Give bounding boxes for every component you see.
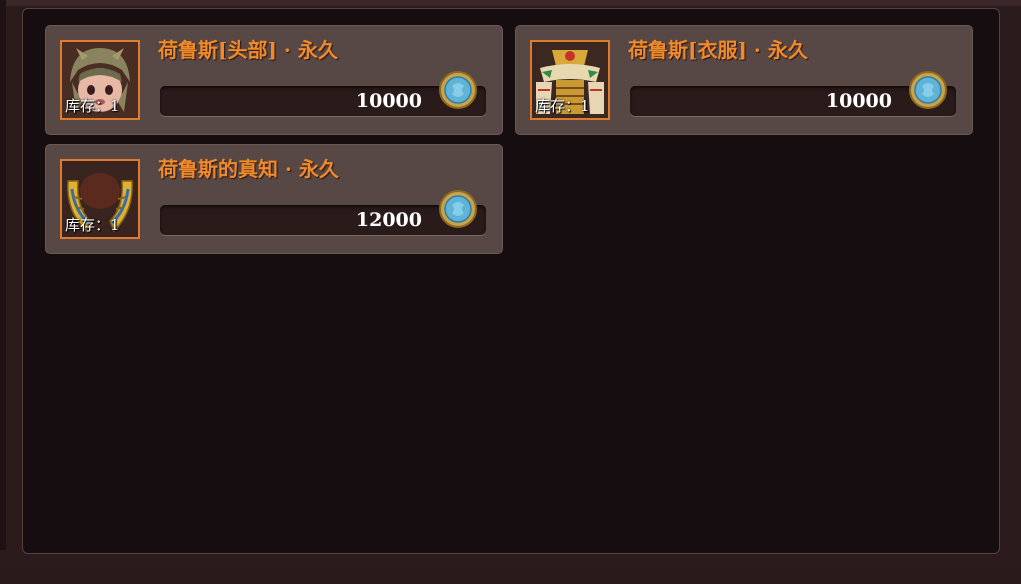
item-name: 荷鲁斯[衣服] · 永久 xyxy=(628,38,808,62)
stock-label: 库存：1 xyxy=(65,216,120,234)
window-top-border xyxy=(0,0,1021,6)
item-name: 荷鲁斯[头部] · 永久 xyxy=(158,38,338,62)
window-left-edge xyxy=(0,0,6,550)
item-list-panel: 库存：1 荷鲁斯[头部] · 永久 10000 库存：1 荷鲁斯[衣服] · 永… xyxy=(22,8,1000,554)
blue-gem-coin-icon xyxy=(439,71,477,109)
item-name: 荷鲁斯的真知 · 永久 xyxy=(158,157,339,181)
item-price: 10000 xyxy=(355,90,422,112)
item-icon-frame: 库存：1 xyxy=(530,40,610,120)
blue-gem-coin-icon xyxy=(439,190,477,228)
window-bottom-border xyxy=(0,566,1021,584)
item-price: 12000 xyxy=(355,209,422,231)
stock-label: 库存：1 xyxy=(65,97,120,115)
item-price: 10000 xyxy=(825,90,892,112)
shop-window: 库存：1 荷鲁斯[头部] · 永久 10000 库存：1 荷鲁斯[衣服] · 永… xyxy=(0,0,1021,584)
item-icon-frame: 库存：1 xyxy=(60,40,140,120)
blue-gem-coin-icon xyxy=(909,71,947,109)
item-icon-frame: 库存：1 xyxy=(60,159,140,239)
shop-item-card[interactable]: 库存：1 荷鲁斯[衣服] · 永久 10000 xyxy=(515,25,973,135)
shop-item-card[interactable]: 库存：1 荷鲁斯[头部] · 永久 10000 xyxy=(45,25,503,135)
stock-label: 库存：1 xyxy=(535,97,590,115)
shop-item-card[interactable]: 库存：1 荷鲁斯的真知 · 永久 12000 xyxy=(45,144,503,254)
